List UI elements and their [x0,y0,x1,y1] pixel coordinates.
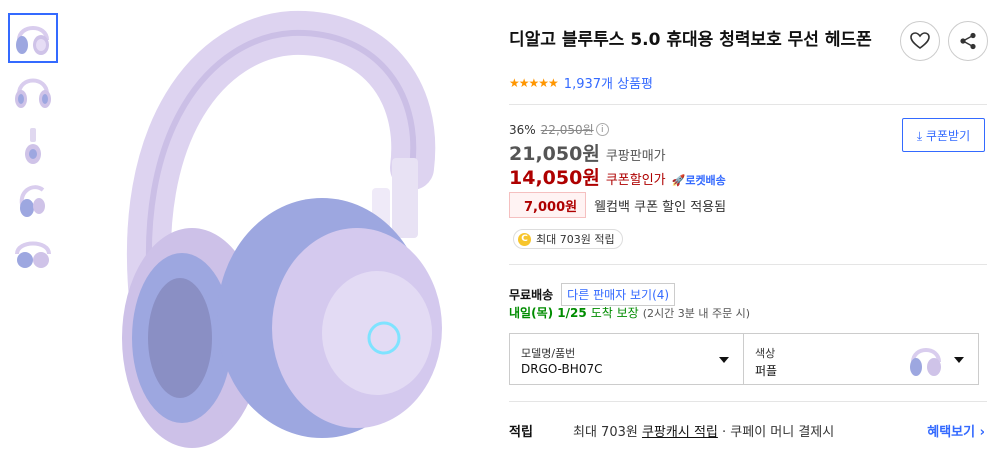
points-row: 적립 최대 703원 쿠팡캐시 적립 · 쿠페이 머니 결제시 혜택보기 › [509,421,987,440]
review-count-link[interactable]: 1,937개 상품평 [564,73,653,92]
coupon-price: 14,050원 [509,167,600,189]
product-title: 디알고 블루투스 5.0 휴대용 청력보호 무선 헤드폰 [509,30,872,50]
coupon-price-row: 14,050원 쿠폰할인가 🚀로켓배송 [509,163,726,190]
color-swatch-thumbnail [910,348,941,376]
reward-text: 최대 703원 적립 [536,233,615,246]
original-price: 22,050원 [540,123,594,137]
divider [509,104,987,105]
reward-badge: C 최대 703원 적립 [513,229,623,249]
color-option-select[interactable]: 색상 퍼플 [743,333,979,385]
share-button[interactable] [948,21,988,61]
sale-price-row: 21,050원 쿠팡판매가 [509,139,666,166]
rating-summary: ★★★★★ 1,937개 상품평 [509,73,653,93]
welcome-coupon-amount: 7,000원 [509,192,587,218]
color-option-value: 퍼플 [755,364,778,378]
download-coupon-button[interactable]: ⤓ 쿠폰받기 [902,118,985,152]
thumbnail-4[interactable] [8,175,58,225]
points-label: 적립 [509,425,533,440]
heart-icon [910,32,930,49]
other-sellers-button[interactable]: 다른 판매자 보기(4) [561,283,676,306]
share-icon [960,32,976,50]
discount-rate: 36% [509,122,536,137]
favorite-button[interactable] [900,21,940,61]
free-shipping-label: 무료배송 [509,288,554,302]
thumbnail-5[interactable] [8,229,58,279]
thumbnail-1[interactable] [8,13,58,63]
points-prefix: 최대 703원 [573,425,642,440]
model-option-label: 모델명/품번 [521,347,576,360]
main-product-image [92,8,472,458]
model-option-value: DRGO-BH07C [521,362,603,376]
chevron-down-icon [719,357,729,363]
shipping-row: 무료배송 다른 판매자 보기(4) [509,283,676,306]
delivery-note: (2시간 3분 내 주문 시) [642,307,751,320]
headphone-angle-icon [19,185,45,217]
headphone-side-icon [25,128,41,164]
coupon-price-label: 쿠폰할인가 [605,173,666,188]
color-option-label: 색상 [755,347,776,360]
thumbnail-2[interactable] [8,67,58,117]
headphone-front-icon [15,78,51,108]
star-rating-icon: ★★★★★ [509,75,559,90]
product-info-panel: 디알고 블루투스 5.0 휴대용 청력보호 무선 헤드폰 ★★★★★ 1,937… [509,0,991,462]
delivery-row: 내일(목) 1/25 도착 보장 (2시간 3분 내 주문 시) [509,304,750,321]
points-suffix: · 쿠페이 머니 결제시 [717,425,835,440]
headphone-image [122,10,442,448]
coupang-cash-link[interactable]: 쿠팡캐시 적립 [642,425,718,440]
discount-info: 36% 22,050원 i [509,121,609,138]
welcome-coupon-row: 7,000원 웰컴백 쿠폰 할인 적용됨 [509,192,726,218]
model-option-select[interactable]: 모델명/품번 DRGO-BH07C [509,333,744,385]
sale-price-label: 쿠팡판매가 [605,149,666,164]
view-benefits-link[interactable]: 혜택보기 › [927,421,985,440]
sale-price: 21,050원 [509,143,600,165]
rocket-delivery-badge: 🚀로켓배송 [671,174,726,187]
divider [509,264,987,265]
headphone-folded-icon [15,241,51,268]
delivery-date: 내일(목) 1/25 [509,306,587,320]
chevron-down-icon [954,357,964,363]
welcome-coupon-text: 웰컴백 쿠폰 할인 적용됨 [594,199,727,215]
coupang-cash-icon: C [518,232,531,246]
headphone-thumb-icon [16,26,49,55]
info-icon[interactable]: i [595,123,609,136]
thumbnail-3[interactable] [8,121,58,171]
divider [509,401,987,402]
thumbnail-list [8,13,58,283]
delivery-guarantee: 도착 보장 [590,306,639,320]
points-text: 최대 703원 쿠팡캐시 적립 · 쿠페이 머니 결제시 [573,421,834,440]
